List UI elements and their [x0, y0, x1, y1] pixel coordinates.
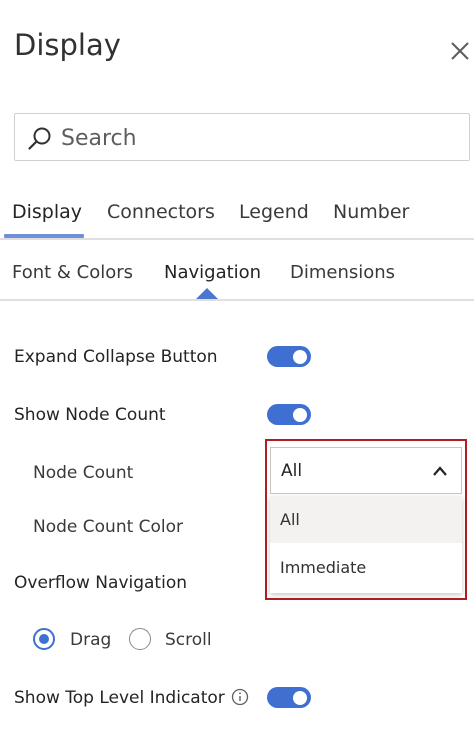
chevron-up-icon: [432, 463, 448, 477]
expand-collapse-label: Expand Collapse Button: [14, 347, 218, 367]
show-node-count-toggle[interactable]: [267, 404, 311, 425]
option-all[interactable]: All: [270, 496, 462, 543]
pane-title: Display: [14, 28, 121, 62]
expand-collapse-toggle[interactable]: [267, 346, 311, 367]
search-icon: [27, 126, 53, 152]
search-input[interactable]: [59, 120, 463, 156]
radio-drag-label: Drag: [70, 630, 112, 650]
subtab-dimensions[interactable]: Dimensions: [290, 260, 395, 286]
subtab-font-colors[interactable]: Font & Colors: [12, 260, 133, 286]
search-box[interactable]: [14, 113, 470, 161]
tab-legend[interactable]: Legend: [239, 199, 309, 225]
node-count-dropdown[interactable]: All: [270, 447, 462, 494]
subtab-navigation[interactable]: Navigation: [164, 260, 261, 286]
show-top-level-indicator-toggle[interactable]: [267, 687, 311, 708]
tab-connectors[interactable]: Connectors: [107, 199, 215, 225]
info-icon[interactable]: [231, 688, 249, 706]
node-count-label: Node Count: [33, 463, 134, 483]
option-immediate[interactable]: Immediate: [270, 544, 462, 591]
overflow-navigation-label: Overflow Navigation: [14, 573, 187, 593]
radio-drag[interactable]: [33, 628, 55, 650]
subtab-divider: [0, 299, 474, 301]
show-node-count-label: Show Node Count: [14, 405, 166, 425]
tab-divider: [0, 238, 474, 240]
radio-scroll[interactable]: [129, 628, 151, 650]
tab-display[interactable]: Display: [12, 199, 82, 225]
close-icon[interactable]: [447, 38, 474, 66]
node-count-options: All Immediate: [270, 496, 462, 593]
show-top-level-indicator-label: Show Top Level Indicator: [14, 688, 225, 708]
node-count-selected: All: [281, 461, 303, 481]
tab-number[interactable]: Number: [333, 199, 409, 225]
node-count-color-label: Node Count Color: [33, 517, 184, 537]
radio-scroll-label: Scroll: [165, 630, 212, 650]
